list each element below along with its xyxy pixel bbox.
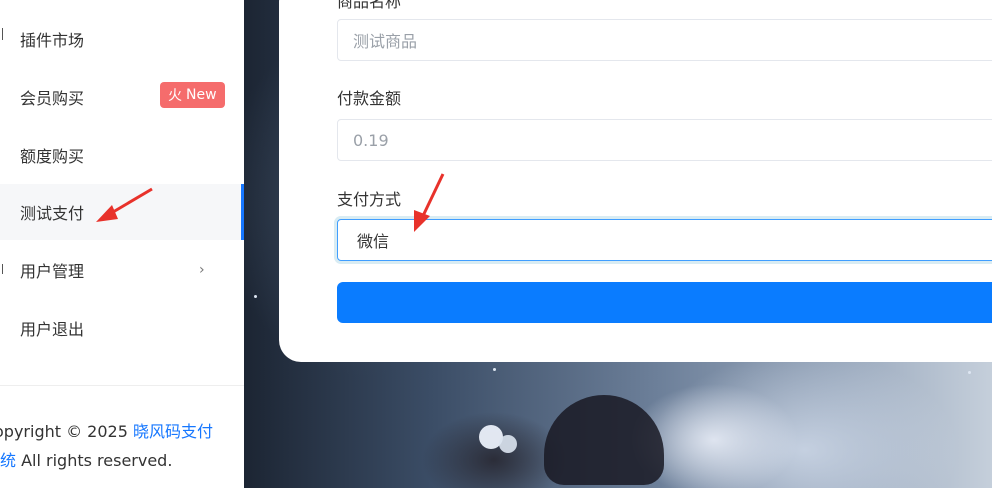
product-name-input[interactable]: 测试商品 — [337, 19, 992, 61]
copyright-line: opyright © 2025 晓风码支付 — [0, 418, 213, 442]
sidebar-item-test-payment[interactable]: 测试支付 — [0, 184, 244, 240]
background-figure — [544, 395, 664, 485]
sidebar-item-label: 测试支付 — [20, 204, 85, 223]
sidebar-item-membership[interactable]: 会员购买 火 New — [0, 69, 244, 125]
sidebar-divider — [0, 385, 244, 386]
payment-method-value: 微信 — [357, 232, 390, 251]
rights-line: 统 All rights reserved. — [0, 447, 172, 471]
new-badge: 火 New — [160, 82, 225, 108]
background-highlight — [499, 435, 517, 453]
amount-input[interactable]: 0.19 — [337, 119, 992, 161]
users-icon — [0, 264, 3, 274]
sidebar: 插件市场 会员购买 火 New 额度购买 测试支付 用户管理 › 用户退出 op… — [0, 0, 244, 488]
payment-method-select[interactable]: 微信 — [337, 219, 992, 261]
sidebar-item-quota[interactable]: 额度购买 — [0, 127, 244, 183]
brand-link[interactable]: 晓风码支付 — [133, 422, 213, 441]
sidebar-item-label: 额度购买 — [20, 147, 85, 166]
chevron-right-icon: › — [199, 262, 205, 278]
sidebar-item-user-management[interactable]: 用户管理 › — [0, 242, 244, 298]
payment-method-label: 支付方式 — [337, 190, 402, 209]
fire-icon: 火 — [168, 88, 182, 104]
sidebar-item-label: 会员购买 — [20, 89, 85, 108]
product-name-label: 商品名称 — [337, 0, 402, 11]
background-dot — [968, 371, 971, 374]
copyright-text: opyright © 2025 — [0, 422, 133, 441]
plugin-icon — [0, 28, 3, 40]
amount-label: 付款金额 — [337, 89, 402, 108]
sidebar-item-label: 用户管理 — [20, 262, 85, 281]
sidebar-item-plugin-market[interactable]: 插件市场 — [0, 11, 244, 67]
sidebar-item-label: 插件市场 — [20, 31, 85, 50]
background-dot — [493, 368, 496, 371]
sidebar-item-label: 用户退出 — [20, 320, 85, 339]
amount-value: 0.19 — [353, 130, 389, 150]
submit-button[interactable] — [337, 282, 992, 323]
sidebar-item-logout[interactable]: 用户退出 — [0, 300, 244, 356]
background-dot — [254, 295, 257, 298]
rights-text: All rights reserved. — [16, 451, 173, 470]
badge-text: New — [186, 87, 217, 103]
brand-link-cont[interactable]: 统 — [0, 451, 16, 470]
product-name-placeholder: 测试商品 — [353, 32, 418, 51]
